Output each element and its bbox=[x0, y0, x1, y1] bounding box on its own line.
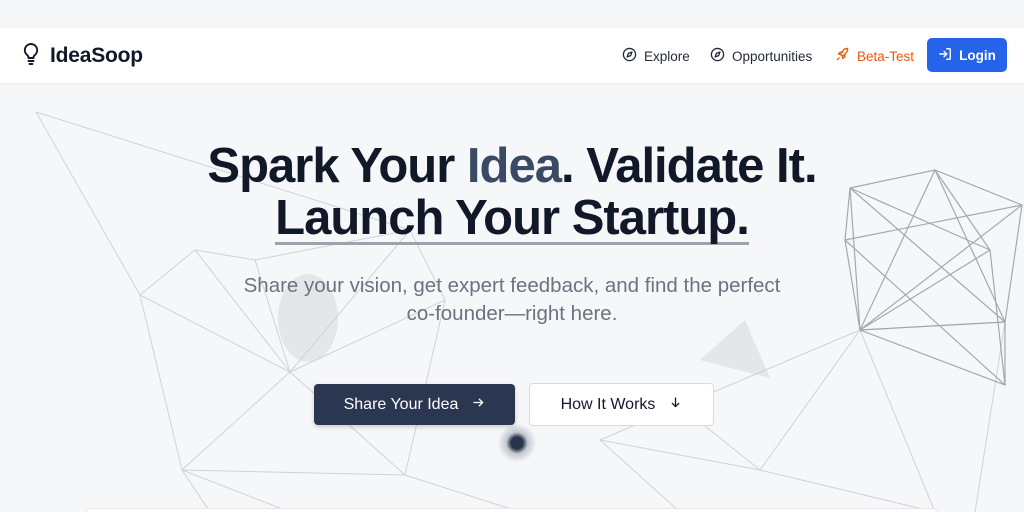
how-it-works-label: How It Works bbox=[560, 395, 656, 413]
nav-link-label: Beta-Test bbox=[857, 48, 915, 64]
brand-name: IdeaSoop bbox=[50, 44, 143, 67]
hero-title-accent: Idea bbox=[466, 139, 562, 193]
nav-link-opportunities[interactable]: Opportunities bbox=[710, 46, 812, 66]
share-idea-label: Share Your Idea bbox=[343, 395, 459, 413]
compass-icon bbox=[710, 47, 725, 65]
login-icon bbox=[938, 47, 952, 64]
hero-subtitle: Share your vision, get expert feedback, … bbox=[243, 274, 781, 325]
hero-title-part1: Spark Your bbox=[207, 139, 467, 193]
lightbulb-icon bbox=[22, 42, 40, 71]
rocket-icon bbox=[835, 47, 850, 65]
nav-link-explore[interactable]: Explore bbox=[622, 46, 690, 66]
brand-logo[interactable]: IdeaSoop bbox=[22, 42, 143, 70]
hero-title-part2: . Validate It. bbox=[560, 139, 818, 193]
how-it-works-button[interactable]: How It Works bbox=[529, 383, 714, 426]
browser-top-strip bbox=[0, 0, 1024, 28]
content-card-edge bbox=[86, 508, 938, 512]
hero-title: Spark Your Idea. Validate It. Launch You… bbox=[0, 140, 1024, 245]
share-idea-button[interactable]: Share Your Idea bbox=[314, 384, 515, 425]
login-label: Login bbox=[959, 47, 996, 63]
mouse-cursor-indicator bbox=[498, 424, 536, 462]
nav-link-beta-test[interactable]: Beta-Test bbox=[835, 46, 914, 66]
compass-icon bbox=[622, 47, 637, 65]
login-button[interactable]: Login bbox=[927, 38, 1007, 72]
arrow-down-icon bbox=[669, 396, 682, 414]
top-navbar: IdeaSoop Explore Opportunities Beta-Test… bbox=[0, 28, 1024, 84]
nav-link-label: Opportunities bbox=[732, 48, 813, 64]
arrow-right-icon bbox=[472, 396, 485, 414]
hero-title-line2: Launch Your Startup. bbox=[275, 191, 750, 245]
nav-link-label: Explore bbox=[644, 48, 690, 64]
